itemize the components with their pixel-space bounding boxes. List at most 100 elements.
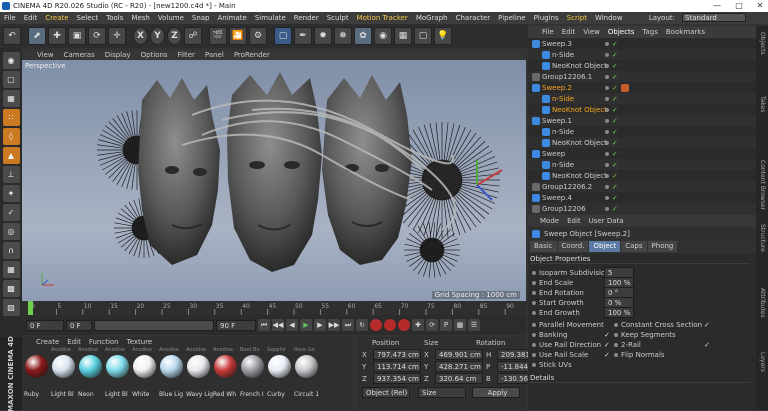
rotate-tool-icon[interactable]: ⟳ <box>88 27 106 45</box>
material-menu-edit[interactable]: Edit <box>67 338 81 346</box>
material-swatch[interactable]: Ruby <box>24 347 49 407</box>
y-axis-lock-button[interactable]: Y <box>150 27 165 45</box>
viewport-menu-cameras[interactable]: Cameras <box>64 51 95 59</box>
enabled-check-icon[interactable]: ✓ <box>612 161 618 169</box>
material-swatch[interactable]: Sapphir Curby <box>267 347 292 407</box>
object-row[interactable]: n-Side ✓ <box>528 126 756 137</box>
object-row[interactable]: NeoKnot Object ✓ <box>528 104 756 115</box>
attribute-tab-object[interactable]: Object <box>589 241 621 252</box>
sidebar-tab-attributes[interactable]: Attributes <box>759 288 766 318</box>
material-swatch[interactable]: Rose Go Circuit 1 <box>294 347 319 407</box>
previous-key-icon[interactable]: ◀◀ <box>272 319 284 331</box>
position-field[interactable]: 797.473 cm <box>373 349 421 360</box>
attribute-tab-caps[interactable]: Caps <box>621 241 647 252</box>
scene-icon[interactable]: ◉ <box>374 27 392 45</box>
menu-mograph[interactable]: MoGraph <box>412 14 452 22</box>
keyframe-selection-icon[interactable] <box>398 319 410 331</box>
subdivision-surface-icon[interactable]: ✹ <box>314 27 332 45</box>
camera-object-icon[interactable]: ▢ <box>414 27 432 45</box>
visibility-dot-icon[interactable] <box>605 118 609 123</box>
object-menu-tags[interactable]: Tags <box>642 28 658 36</box>
enabled-check-icon[interactable]: ✓ <box>612 51 618 59</box>
enabled-check-icon[interactable]: ✓ <box>612 128 618 136</box>
rotation-key-icon[interactable]: ⟳ <box>426 319 438 331</box>
workplane-icon[interactable]: ▦ <box>2 261 20 278</box>
menu-motion-tracker[interactable]: Motion Tracker <box>353 14 412 22</box>
menu-render[interactable]: Render <box>290 14 323 22</box>
enabled-check-icon[interactable]: ✓ <box>612 62 618 70</box>
end-frame-field[interactable]: 90 F <box>216 319 256 331</box>
solo-mode-icon[interactable]: ◎ <box>2 223 20 240</box>
visibility-dot-icon[interactable] <box>605 129 609 134</box>
visibility-dot-icon[interactable] <box>605 85 609 90</box>
animate-bullet-icon[interactable] <box>532 363 536 367</box>
environment-floor-icon[interactable]: ▦ <box>394 27 412 45</box>
edges-mode-icon[interactable]: ◊ <box>2 128 20 145</box>
material-swatch[interactable]: Anodise Neon <box>78 347 103 407</box>
coordinate-mode-dropdown[interactable]: Object (Rel) <box>362 387 410 398</box>
enabled-check-icon[interactable]: ✓ <box>612 139 618 147</box>
checkbox[interactable]: ✓ <box>704 341 710 349</box>
x-axis-lock-button[interactable]: X <box>133 27 148 45</box>
object-row[interactable]: NeoKnot Object ✓ <box>528 137 756 148</box>
menu-script[interactable]: Script <box>563 14 591 22</box>
magnet-icon[interactable]: ∩ <box>2 242 20 259</box>
pla-key-icon[interactable]: ▦ <box>454 319 466 331</box>
menu-mesh[interactable]: Mesh <box>127 14 153 22</box>
menu-file[interactable]: File <box>0 14 20 22</box>
menu-plugins[interactable]: Plugins <box>530 14 563 22</box>
previous-frame-icon[interactable]: ◀ <box>286 319 298 331</box>
model-mode-icon[interactable]: ▢ <box>2 71 20 88</box>
object-row[interactable]: NeoKnot Object ✓ <box>528 170 756 181</box>
visibility-dot-icon[interactable] <box>605 41 609 46</box>
apply-button[interactable]: Apply <box>472 387 520 398</box>
size-field[interactable]: 428.271 cm <box>435 361 483 372</box>
object-tag-icon[interactable] <box>620 83 629 92</box>
position-field[interactable]: 937.354 cm <box>373 373 421 384</box>
enabled-check-icon[interactable]: ✓ <box>612 205 618 213</box>
timeline-ruler[interactable]: 051015202530354045505560657075808590 <box>22 301 526 315</box>
array-generator-icon[interactable]: ❅ <box>334 27 352 45</box>
object-row[interactable]: n-Side ✓ <box>528 159 756 170</box>
make-editable-icon[interactable]: ◉ <box>2 52 20 69</box>
texture-mode-icon[interactable]: ▦ <box>2 90 20 107</box>
menu-sculpt[interactable]: Sculpt <box>323 14 353 22</box>
coordinate-system-icon[interactable]: ☍ <box>184 27 202 45</box>
next-key-icon[interactable]: ▶▶ <box>328 319 340 331</box>
object-row[interactable]: Group12206.2 ✓ <box>528 181 756 192</box>
menu-volume[interactable]: Volume <box>154 14 188 22</box>
attribute-menu-mode[interactable]: Mode <box>540 217 559 225</box>
viewport-menu-prorender[interactable]: ProRender <box>234 51 270 59</box>
material-swatch[interactable]: Anodise Wavy Lig <box>186 347 213 407</box>
visibility-dot-icon[interactable] <box>605 162 609 167</box>
viewport-menu-options[interactable]: Options <box>141 51 168 59</box>
transform-tool-icon[interactable]: ✛ <box>108 27 126 45</box>
z-axis-lock-button[interactable]: Z <box>167 27 182 45</box>
animate-bullet-icon[interactable] <box>614 353 618 357</box>
material-swatch[interactable]: Anodise Red Wh <box>213 347 238 407</box>
menu-tools[interactable]: Tools <box>102 14 127 22</box>
size-mode-dropdown[interactable]: Size <box>418 387 466 398</box>
enabled-check-icon[interactable]: ✓ <box>612 150 618 158</box>
material-menu-function[interactable]: Function <box>89 338 119 346</box>
light-object-icon[interactable]: 💡 <box>434 27 452 45</box>
sidebar-tab-layers[interactable]: Layers <box>759 352 766 372</box>
sidebar-tab-objects[interactable]: Objects <box>759 32 766 55</box>
go-to-start-icon[interactable]: ⏮ <box>258 319 270 331</box>
render-picture-viewer-icon[interactable]: 🎦 <box>229 27 247 45</box>
checkbox[interactable]: ✓ <box>604 341 610 349</box>
object-menu-view[interactable]: View <box>583 28 600 36</box>
tweak-mode-icon[interactable]: ✓ <box>2 204 20 221</box>
object-menu-edit[interactable]: Edit <box>562 28 576 36</box>
object-row[interactable]: Sweep.2 ✓ <box>528 82 756 93</box>
object-menu-objects[interactable]: Objects <box>608 28 634 36</box>
material-swatch[interactable]: Anodise Light Bl <box>105 347 130 407</box>
attribute-tab-basic[interactable]: Basic <box>530 241 557 252</box>
scale-tool-icon[interactable]: ▣ <box>68 27 86 45</box>
play-forward-icon[interactable]: ▶ <box>300 319 312 331</box>
visibility-dot-icon[interactable] <box>605 140 609 145</box>
cube-primitive-icon[interactable]: ▢ <box>274 27 292 45</box>
object-row[interactable]: n-Side ✓ <box>528 49 756 60</box>
checkbox[interactable]: ✓ <box>704 321 710 329</box>
viewport-menu-panel[interactable]: Panel <box>205 51 224 59</box>
